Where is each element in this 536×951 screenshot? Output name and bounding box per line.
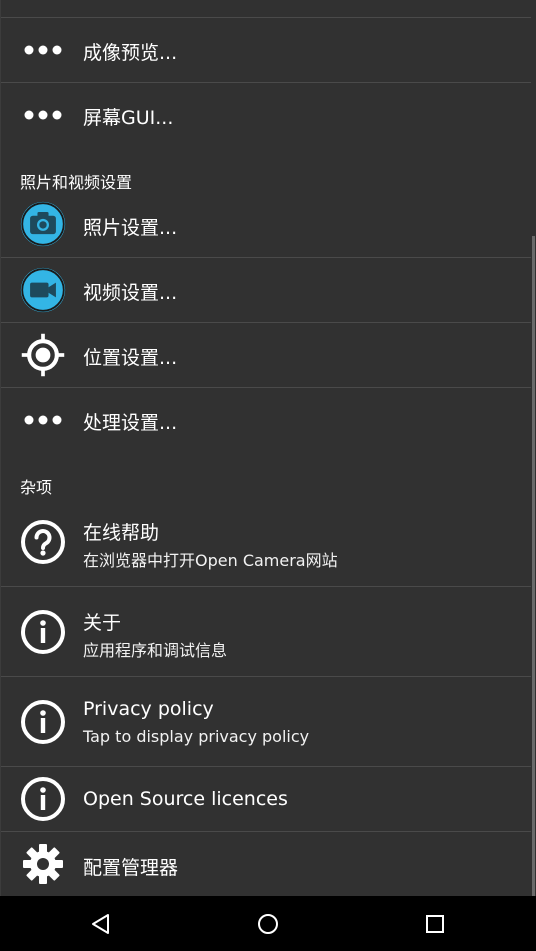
more-dots-icon: [19, 396, 67, 444]
processing-settings-item[interactable]: 处理设置...: [1, 388, 531, 453]
item-title: Open Source licences: [83, 788, 288, 810]
back-button[interactable]: [71, 896, 131, 951]
help-icon: [19, 518, 67, 566]
location-settings-item[interactable]: 位置设置...: [1, 323, 531, 388]
item-title: 配置管理器: [83, 857, 179, 879]
recents-button[interactable]: [405, 896, 465, 951]
about-item[interactable]: 关于 应用程序和调试信息: [1, 587, 531, 677]
item-subtitle: 在浏览器中打开Open Camera网站: [83, 551, 338, 570]
privacy-policy-item[interactable]: Privacy policy Tap to display privacy po…: [1, 677, 531, 767]
camera-icon: [19, 200, 67, 248]
info-icon: [19, 775, 67, 823]
home-button[interactable]: [238, 896, 298, 951]
photo-settings-item[interactable]: 照片设置...: [1, 192, 531, 258]
online-help-item[interactable]: 在线帮助 在浏览器中打开Open Camera网站: [1, 498, 531, 587]
more-dots-icon: [19, 26, 67, 74]
open-source-licences-item[interactable]: Open Source licences: [1, 767, 531, 832]
partial-row-top: [1, 0, 531, 18]
item-title: 视频设置...: [83, 282, 178, 304]
item-title: 照片设置...: [83, 217, 178, 239]
item-title: 屏幕GUI...: [83, 107, 174, 129]
preview-settings-item[interactable]: 成像预览...: [1, 18, 531, 83]
item-title: 关于: [83, 612, 122, 634]
more-dots-icon: [19, 91, 67, 139]
settings-panel: 成像预览... 屏幕GUI... 照片和视频设置 照片设置... 视频设置...…: [0, 0, 536, 896]
navigation-bar: [0, 896, 536, 951]
screen-gui-item[interactable]: 屏幕GUI...: [1, 83, 531, 148]
item-subtitle: 应用程序和调试信息: [83, 641, 228, 660]
item-title: 处理设置...: [83, 412, 178, 434]
item-title: Privacy policy: [83, 698, 214, 720]
item-subtitle: Tap to display privacy policy: [83, 727, 310, 746]
settings-gear-icon: [19, 840, 67, 888]
item-title: 成像预览...: [83, 42, 178, 64]
info-icon: [19, 608, 67, 656]
videocam-icon: [19, 266, 67, 314]
config-manager-item[interactable]: 配置管理器: [1, 832, 531, 896]
video-settings-item[interactable]: 视频设置...: [1, 258, 531, 323]
gps-icon: [19, 331, 67, 379]
recents-square-icon: [426, 914, 444, 933]
home-circle-icon: [258, 913, 278, 934]
scrollbar[interactable]: [532, 236, 535, 896]
item-title: 位置设置...: [83, 347, 178, 369]
item-title: 在线帮助: [83, 522, 160, 544]
section-header-misc: 杂项: [20, 478, 53, 497]
info-icon: [19, 698, 67, 746]
back-triangle-icon: [92, 913, 109, 934]
section-header-photo-video: 照片和视频设置: [20, 173, 133, 192]
